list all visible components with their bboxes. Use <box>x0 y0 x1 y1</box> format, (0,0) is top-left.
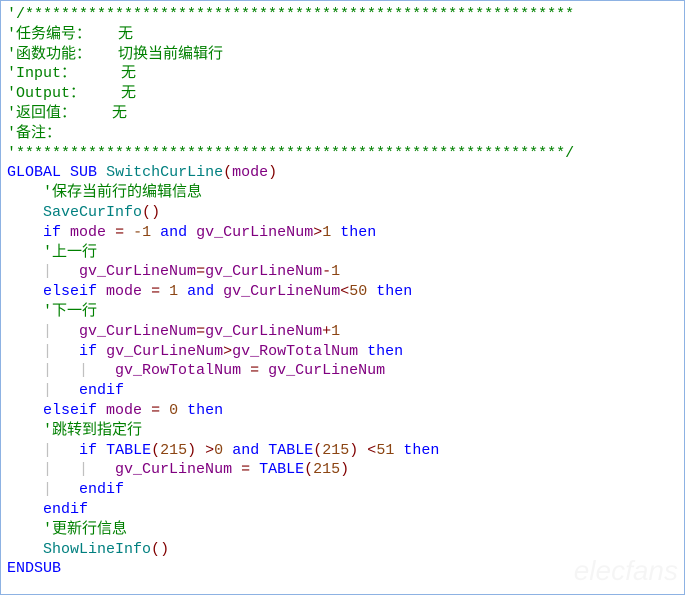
comment-task-no: '任务编号： 无 <box>7 26 133 43</box>
if-line: if mode = -1 and gv_CurLineNum>1 then <box>7 223 678 243</box>
elseif-line-1: elseif mode = 1 and gv_CurLineNum<50 the… <box>7 282 678 302</box>
comment-border-top: '/**************************************… <box>7 6 574 23</box>
comment-update-line: '更新行信息 <box>43 521 127 538</box>
endsub: ENDSUB <box>7 560 61 577</box>
call-savecurinfo: SaveCurInfo <box>43 204 142 221</box>
comment-next-line: '下一行 <box>43 303 97 320</box>
comment-remark: '备注： <box>7 125 61 142</box>
code-block: '/**************************************… <box>0 0 685 595</box>
comment-jump-line: '跳转到指定行 <box>43 422 142 439</box>
comment-output: 'Output： 无 <box>7 85 136 102</box>
comment-input: 'Input： 无 <box>7 65 136 82</box>
comment-prev-line: '上一行 <box>43 244 97 261</box>
call-showlineinfo: ShowLineInfo <box>43 541 151 558</box>
comment-border-bot: '***************************************… <box>7 145 574 162</box>
indent-guide: | <box>43 263 79 280</box>
comment-save: '保存当前行的编辑信息 <box>43 184 202 201</box>
comment-func-desc: '函数功能： 切换当前编辑行 <box>7 46 223 63</box>
sub-decl: GLOBAL SUB SwitchCurLine(mode) <box>7 163 678 183</box>
comment-retval: '返回值： 无 <box>7 105 127 122</box>
elseif-line-2: elseif mode = 0 then <box>7 401 678 421</box>
